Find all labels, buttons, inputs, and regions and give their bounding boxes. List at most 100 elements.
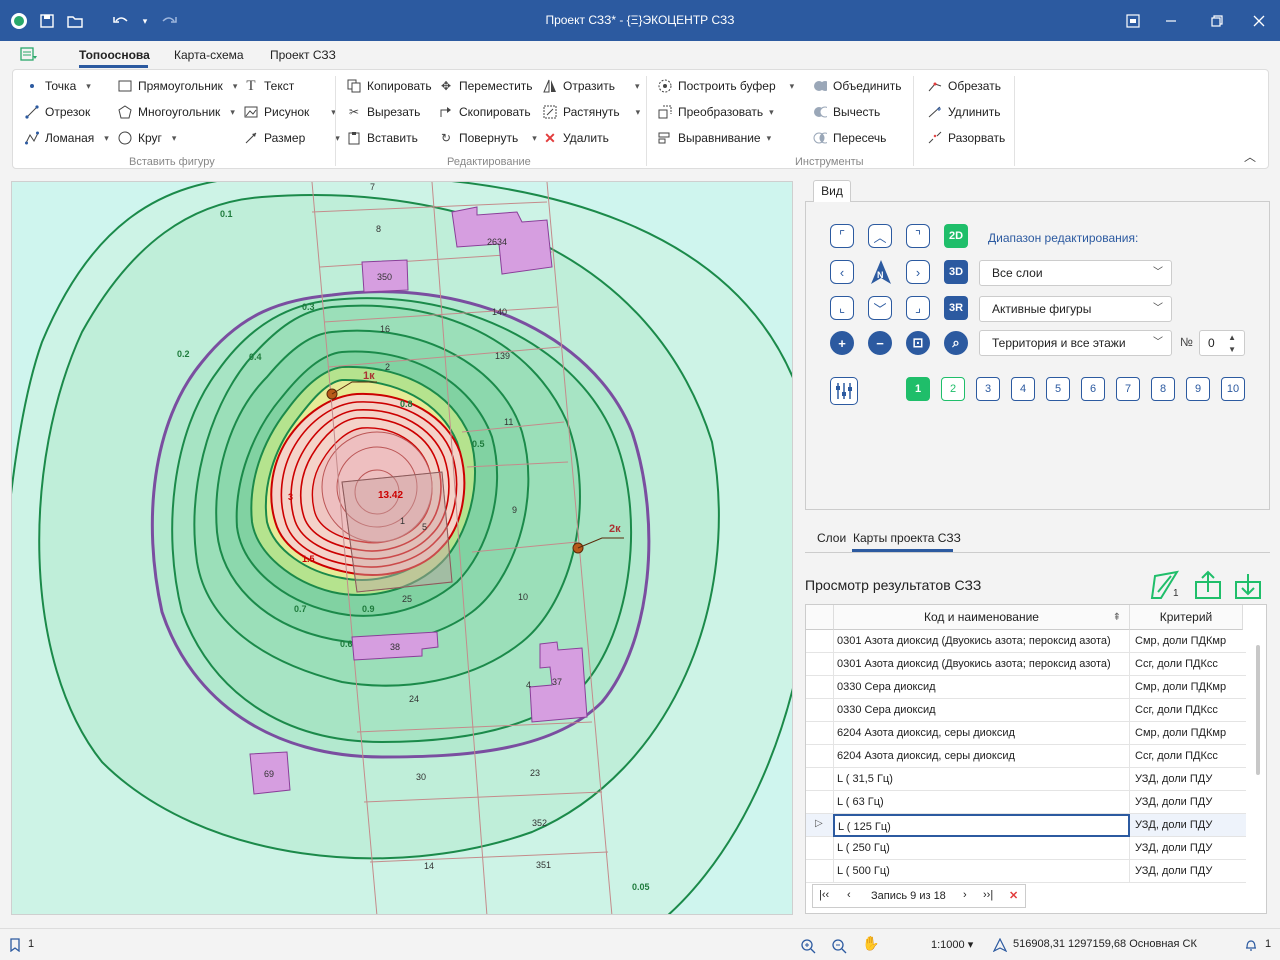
import-button[interactable] bbox=[1232, 570, 1264, 602]
polygon-button[interactable]: Многоугольник ▾ bbox=[118, 105, 235, 119]
cell-name[interactable]: 0330 Сера диоксид bbox=[833, 676, 1130, 699]
mode-3r-button[interactable]: 3R bbox=[944, 296, 968, 320]
table-row[interactable]: 0301 Азота диоксид (Двуокись азота; перо… bbox=[806, 630, 1246, 653]
floor-button-4[interactable]: 4 bbox=[1011, 377, 1035, 401]
pan-hand-icon[interactable]: ✋ bbox=[862, 935, 879, 952]
pan-up-button[interactable]: ︿ bbox=[868, 224, 892, 248]
pan-up-right-button[interactable]: ⌝ bbox=[906, 224, 930, 248]
rotate-button[interactable]: ↻ Повернуть ▾ bbox=[439, 131, 537, 145]
pan-down-button[interactable]: ﹀ bbox=[868, 296, 892, 320]
notification-bell-icon[interactable] bbox=[1244, 938, 1258, 955]
north-arrow-button[interactable]: N bbox=[868, 258, 894, 286]
cell-criterion[interactable]: Смр, доли ПДКмр bbox=[1132, 722, 1244, 745]
prev-record-icon[interactable]: ‹ bbox=[847, 889, 851, 901]
segment-button[interactable]: Отрезок bbox=[25, 105, 90, 119]
intersect-button[interactable]: Пересечь bbox=[813, 131, 886, 145]
cell-criterion[interactable]: Смр, доли ПДКмр bbox=[1132, 676, 1244, 699]
cell-criterion[interactable]: Ссг, доли ПДКсс bbox=[1132, 745, 1244, 768]
table-row[interactable]: 6204 Азота диоксид, серы диоксид Ссг, дол… bbox=[806, 745, 1246, 768]
zoom-extent-button[interactable]: ⊡ bbox=[906, 331, 930, 355]
pan-right-button[interactable]: › bbox=[906, 260, 930, 284]
pan-down-left-button[interactable]: ⌞ bbox=[830, 296, 854, 320]
trim-button[interactable]: Обрезать bbox=[928, 79, 1001, 93]
point-button[interactable]: Точка ▾ bbox=[25, 79, 91, 93]
floor-number-spinner[interactable]: 0 ▲ ▼ bbox=[1199, 330, 1245, 356]
floor-button-6[interactable]: 6 bbox=[1081, 377, 1105, 401]
cell-name[interactable]: L ( 63 Гц) bbox=[833, 791, 1130, 814]
polyline-button[interactable]: Ломаная ▾ bbox=[25, 131, 109, 145]
copy-move-button[interactable]: Скопировать bbox=[439, 105, 531, 119]
floor-button-3[interactable]: 3 bbox=[976, 377, 1000, 401]
cell-criterion[interactable]: УЗД, доли ПДУ bbox=[1132, 814, 1244, 837]
pan-down-right-button[interactable]: ⌟ bbox=[906, 296, 930, 320]
figures-combo[interactable]: Активные фигуры ﹀ bbox=[979, 296, 1172, 322]
zoom-out-button[interactable]: − bbox=[868, 331, 892, 355]
zoom-out-status-icon[interactable] bbox=[831, 938, 847, 957]
floor-button-7[interactable]: 7 bbox=[1116, 377, 1140, 401]
dimension-button[interactable]: Размер ▾ bbox=[244, 131, 340, 145]
territory-combo[interactable]: Территория и все этажи ﹀ bbox=[979, 330, 1172, 356]
ribbon-menu-icon[interactable] bbox=[20, 46, 38, 65]
cell-criterion[interactable]: УЗД, доли ПДУ bbox=[1132, 791, 1244, 814]
cell-criterion[interactable]: УЗД, доли ПДУ bbox=[1132, 768, 1244, 791]
cell-name[interactable]: L ( 31,5 Гц) bbox=[833, 768, 1130, 791]
table-row[interactable]: ▷ L ( 125 Гц) УЗД, доли ПДУ bbox=[806, 814, 1246, 837]
column-header-name[interactable]: Код и наименование ⇞ bbox=[833, 605, 1130, 630]
table-row[interactable]: L ( 31,5 Гц) УЗД, доли ПДУ bbox=[806, 768, 1246, 791]
last-record-icon[interactable]: ››| bbox=[983, 889, 993, 901]
union-button[interactable]: Объединить bbox=[813, 79, 902, 93]
move-button[interactable]: ✥ Переместить bbox=[439, 79, 533, 93]
table-row[interactable]: 0330 Сера диоксид Смр, доли ПДКмр bbox=[806, 676, 1246, 699]
cell-name[interactable]: 0330 Сера диоксид bbox=[833, 699, 1130, 722]
column-header-criterion[interactable]: Критерий bbox=[1130, 605, 1243, 630]
pan-up-left-button[interactable]: ⌜ bbox=[830, 224, 854, 248]
break-button[interactable]: Разорвать bbox=[928, 131, 1005, 145]
table-row[interactable]: 6204 Азота диоксид, серы диоксид Смр, дол… bbox=[806, 722, 1246, 745]
mode-2d-button[interactable]: 2D bbox=[944, 224, 968, 248]
export-button[interactable] bbox=[1192, 570, 1224, 602]
pan-left-button[interactable]: ‹ bbox=[830, 260, 854, 284]
cell-name[interactable]: L ( 250 Гц) bbox=[833, 837, 1130, 860]
cell-criterion[interactable]: Ссг, доли ПДКсс bbox=[1132, 653, 1244, 676]
cell-criterion[interactable]: УЗД, доли ПДУ bbox=[1132, 860, 1244, 883]
tab-view[interactable]: Вид bbox=[813, 180, 851, 202]
copy-button[interactable]: Копировать bbox=[347, 79, 432, 93]
layout-icon[interactable] bbox=[1122, 10, 1144, 32]
map-canvas[interactable]: 13.42 1к 2к 0.1 0.2 0.3 0.4 0.5 0.6 0.7 … bbox=[11, 181, 793, 915]
clear-filter-icon[interactable]: ✕ bbox=[1009, 889, 1018, 902]
floor-button-10[interactable]: 10 bbox=[1221, 377, 1245, 401]
floor-button-1[interactable]: 1 bbox=[906, 377, 930, 401]
cell-name[interactable]: L ( 125 Гц) bbox=[833, 814, 1130, 837]
table-row[interactable]: 0330 Сера диоксид Ссг, доли ПДКсс bbox=[806, 699, 1246, 722]
next-record-icon[interactable]: › bbox=[963, 889, 967, 901]
cut-button[interactable]: ✂ Вырезать bbox=[347, 105, 420, 119]
tab-karta-skhema[interactable]: Карта-схема bbox=[174, 48, 244, 62]
paste-button[interactable]: Вставить bbox=[347, 131, 418, 145]
minimize-icon[interactable] bbox=[1160, 10, 1182, 32]
picture-button[interactable]: Рисунок ▾ bbox=[244, 105, 336, 119]
floor-button-2[interactable]: 2 bbox=[941, 377, 965, 401]
settings-sliders-button[interactable] bbox=[830, 377, 858, 405]
cell-criterion[interactable]: УЗД, доли ПДУ bbox=[1132, 837, 1244, 860]
transform-button[interactable]: Преобразовать ▾ bbox=[658, 105, 774, 119]
cell-name[interactable]: 6204 Азота диоксид, серы диоксид bbox=[833, 745, 1130, 768]
floor-button-8[interactable]: 8 bbox=[1151, 377, 1175, 401]
zoom-in-button[interactable]: + bbox=[830, 331, 854, 355]
zoom-in-status-icon[interactable] bbox=[800, 938, 816, 957]
tab-layers[interactable]: Слои bbox=[817, 531, 846, 545]
cell-criterion[interactable]: Ссг, доли ПДКсс bbox=[1132, 699, 1244, 722]
cell-name[interactable]: 0301 Азота диоксид (Двуокись азота; перо… bbox=[833, 630, 1130, 653]
subtract-button[interactable]: Вычесть bbox=[813, 105, 880, 119]
table-row[interactable]: L ( 500 Гц) УЗД, доли ПДУ bbox=[806, 860, 1246, 883]
mirror-button[interactable]: Отразить ▾ bbox=[543, 79, 640, 93]
tab-project-maps[interactable]: Карты проекта СЗЗ bbox=[853, 531, 961, 545]
floor-button-5[interactable]: 5 bbox=[1046, 377, 1070, 401]
cell-name[interactable]: 6204 Азота диоксид, серы диоксид bbox=[833, 722, 1130, 745]
align-button[interactable]: Выравнивание ▾ bbox=[658, 131, 771, 145]
layers-combo[interactable]: Все слои ﹀ bbox=[979, 260, 1172, 286]
circle-button[interactable]: Круг ▾ bbox=[118, 131, 176, 145]
cell-name[interactable]: L ( 500 Гц) bbox=[833, 860, 1130, 883]
delete-button[interactable]: ✕ Удалить bbox=[543, 130, 609, 146]
floor-button-9[interactable]: 9 bbox=[1186, 377, 1210, 401]
collapse-ribbon-icon[interactable]: ︿ bbox=[1244, 148, 1256, 165]
